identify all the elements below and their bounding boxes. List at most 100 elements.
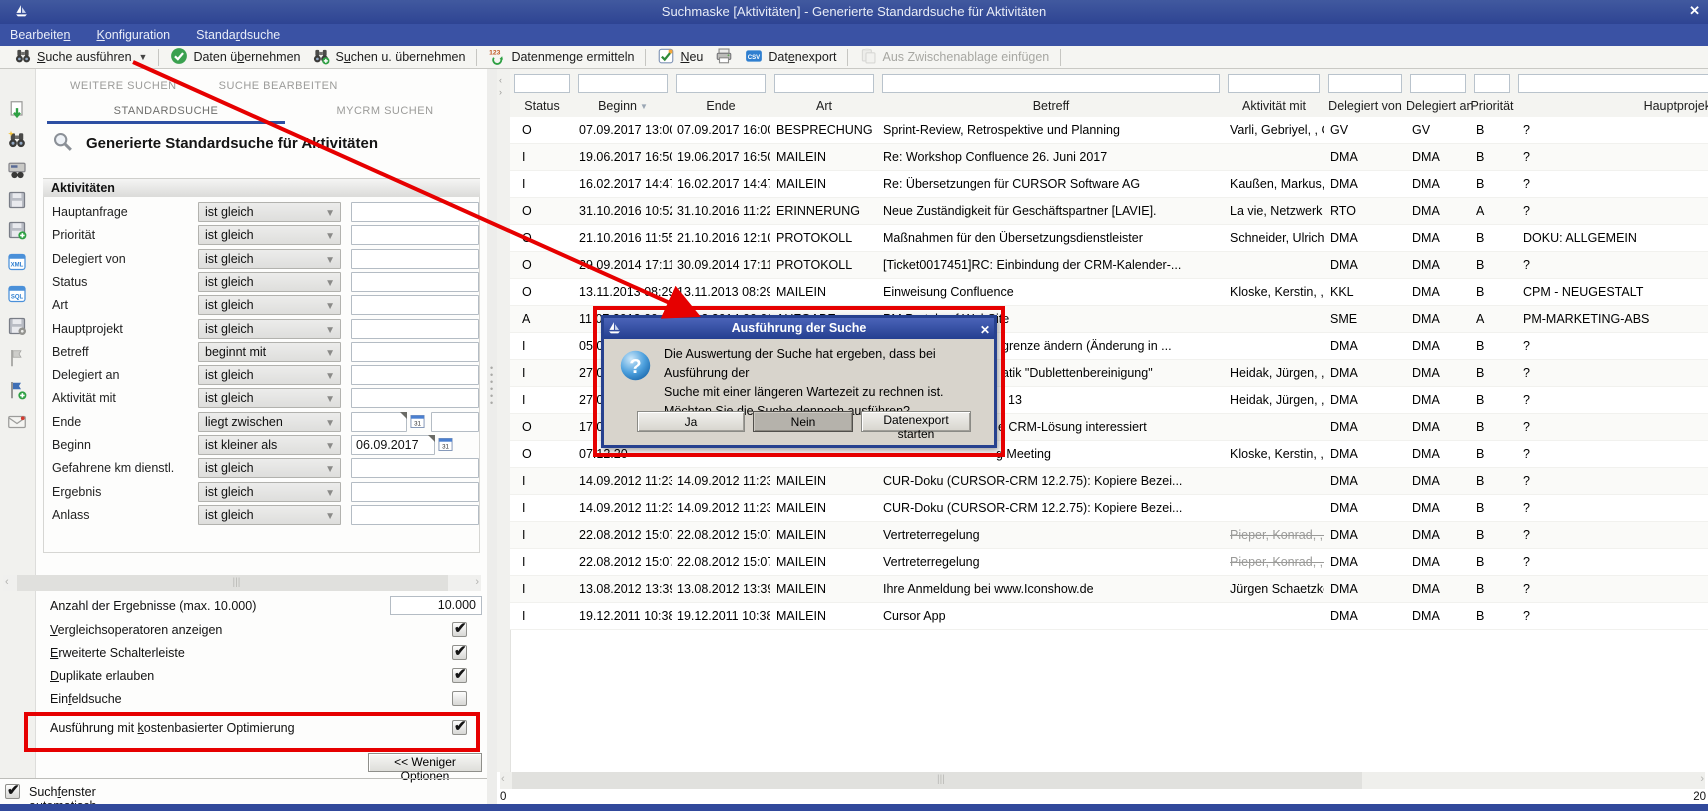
table-row[interactable]: I22.08.2012 15:0722.08.2012 15:07MAILEIN… (510, 522, 1708, 549)
operator-select[interactable]: ist gleich▼ (198, 365, 341, 385)
table-row[interactable]: I19.12.2011 10:3819.12.2011 10:38MAILEIN… (510, 603, 1708, 630)
device-search-icon[interactable] (7, 160, 27, 180)
operator-select[interactable]: ist gleich▼ (198, 388, 341, 408)
column-filter-input-prioritaet[interactable] (1474, 74, 1510, 93)
column-header-ende[interactable]: Ende (672, 98, 770, 117)
value-input[interactable] (351, 458, 479, 478)
table-row[interactable]: I19.06.2017 16:5019.06.2017 16:50MAILEIN… (510, 144, 1708, 171)
panel-hscrollbar[interactable]: ‹ ||| › (3, 575, 481, 591)
column-header-betreff[interactable]: Betreff (878, 98, 1224, 117)
scroll-right-icon[interactable]: › (1700, 773, 1704, 785)
date-input[interactable] (351, 412, 407, 432)
operator-select[interactable]: ist gleich▼ (198, 458, 341, 478)
scroll-left-icon[interactable]: ‹ (501, 773, 505, 785)
toolbar-button-search-and-take[interactable]: Suchen u. übernehmen (306, 46, 471, 69)
table-row[interactable]: I13.08.2012 13:3913.08.2012 13:39MAILEIN… (510, 576, 1708, 603)
value-input[interactable] (351, 202, 479, 222)
toolbar-button-run-search[interactable]: Suche ausführen▼ (8, 46, 153, 69)
operator-select[interactable]: ist gleich▼ (198, 505, 341, 525)
column-filter-input-aktivitaet[interactable] (1228, 74, 1320, 93)
table-row[interactable]: O29.09.2014 17:1130.09.2014 17:11PROTOKO… (510, 252, 1708, 279)
new-search-icon[interactable] (7, 130, 27, 150)
value-input[interactable] (351, 319, 479, 339)
date-input[interactable]: 06.09.2017 (351, 435, 435, 455)
dialog-button-ja[interactable]: Ja (637, 411, 745, 432)
option-checkbox[interactable] (452, 622, 467, 637)
column-expand-icon[interactable]: › (499, 87, 502, 97)
option-checkbox[interactable] (452, 645, 467, 660)
column-filter-input-delegiert_von[interactable] (1328, 74, 1402, 93)
value-input[interactable] (351, 295, 479, 315)
scrollbar-thumb[interactable]: ||| (512, 772, 1362, 789)
operator-select[interactable]: ist gleich▼ (198, 225, 341, 245)
table-row[interactable]: I22.08.2012 15:0722.08.2012 15:07MAILEIN… (510, 549, 1708, 576)
operator-select[interactable]: ist gleich▼ (198, 202, 341, 222)
calendar-icon[interactable]: 31 (438, 437, 453, 455)
value-input[interactable] (351, 272, 479, 292)
operator-select[interactable]: ist gleich▼ (198, 482, 341, 502)
column-header-status[interactable]: Status (510, 98, 574, 117)
value-input[interactable] (351, 249, 479, 269)
toolbar-button-count-data[interactable]: 123Datenmenge ermitteln (482, 46, 640, 69)
value-input[interactable] (351, 225, 479, 245)
operator-select[interactable]: beginnt mit▼ (198, 342, 341, 362)
column-header-prioritaet[interactable]: Priorität (1470, 98, 1514, 117)
operator-select[interactable]: ist kleiner als▼ (198, 435, 341, 455)
save-add-icon[interactable] (7, 220, 27, 240)
toolbar-button-data-export[interactable]: CSVDatenexport (739, 46, 842, 69)
window-close-icon[interactable]: ✕ (1689, 3, 1700, 19)
value-input[interactable] (351, 388, 479, 408)
auto-open-checkbox[interactable] (5, 784, 20, 799)
column-header-beginn[interactable]: Beginn▼ (574, 98, 672, 117)
column-filter-input-ende[interactable] (676, 74, 766, 93)
scroll-left-icon[interactable]: ‹ (5, 576, 9, 588)
scrollbar-thumb[interactable]: ||| (17, 575, 448, 591)
toolbar-button-print[interactable] (709, 46, 739, 69)
column-filter-input-status[interactable] (514, 74, 570, 93)
tab-standardsuche[interactable]: STANDARDSUCHE (47, 105, 285, 117)
sql-icon[interactable]: SQL (7, 284, 27, 304)
less-options-button[interactable]: << Weniger Optionen (368, 753, 482, 772)
option-checkbox[interactable] (452, 668, 467, 683)
tab-suche-bearbeiten[interactable]: SUCHE BEARBEITEN (219, 80, 338, 92)
save-settings-icon[interactable] (7, 316, 27, 336)
column-collapse-icon[interactable]: ‹ (499, 75, 502, 85)
email-icon[interactable] (7, 412, 27, 432)
scroll-right-icon[interactable]: › (475, 576, 479, 588)
toolbar-button-new[interactable]: Neu (651, 46, 709, 69)
table-row[interactable]: O07.09.2017 13:0007.09.2017 16:00BESPREC… (510, 117, 1708, 144)
flag-add-icon[interactable] (7, 380, 27, 400)
tab-mycrm-suchen[interactable]: MYCRM SUCHEN (318, 105, 452, 117)
column-header-delegiert_an[interactable]: Delegiert an (1406, 98, 1470, 117)
option-checkbox[interactable] (452, 691, 467, 706)
table-hscrollbar[interactable]: ‹ ||| › (500, 772, 1705, 789)
date-input-2[interactable] (431, 412, 479, 432)
operator-select[interactable]: ist gleich▼ (198, 249, 341, 269)
max-results-input[interactable]: 10.000 (390, 596, 482, 615)
menu-item-konfiguration[interactable]: Konfiguration (96, 28, 170, 42)
column-filter-input-delegiert_an[interactable] (1410, 74, 1466, 93)
operator-select[interactable]: ist gleich▼ (198, 319, 341, 339)
column-filter-input-art[interactable] (774, 74, 874, 93)
column-header-aktivitaet[interactable]: Aktivität mit (1224, 98, 1324, 117)
load-search-icon[interactable] (7, 100, 27, 120)
column-filter-input-hauptprojekt[interactable] (1518, 74, 1708, 93)
value-input[interactable] (351, 482, 479, 502)
calendar-icon[interactable]: 31 (410, 414, 425, 432)
xml-icon[interactable]: XML (7, 252, 27, 272)
menu-item-standardsuche[interactable]: Standardsuche (196, 28, 280, 42)
table-row[interactable]: I16.02.2017 14:4716.02.2017 14:47MAILEIN… (510, 171, 1708, 198)
dialog-close-icon[interactable]: ✕ (980, 320, 990, 341)
chevron-down-icon[interactable]: ▼ (139, 52, 148, 62)
option-checkbox[interactable] (452, 720, 467, 735)
flag-icon[interactable] (7, 348, 27, 368)
operator-select[interactable]: liegt zwischen▼ (198, 412, 341, 432)
tab-weitere-suchen[interactable]: WEITERE SUCHEN (70, 80, 177, 92)
operator-select[interactable]: ist gleich▼ (198, 272, 341, 292)
column-header-hauptprojekt[interactable]: Hauptprojekt (1514, 98, 1708, 117)
operator-select[interactable]: ist gleich▼ (198, 295, 341, 315)
column-header-art[interactable]: Art (770, 98, 878, 117)
column-filter-input-beginn[interactable] (578, 74, 668, 93)
save-icon[interactable] (7, 190, 27, 210)
table-row[interactable]: I14.09.2012 11:2314.09.2012 11:23MAILEIN… (510, 468, 1708, 495)
